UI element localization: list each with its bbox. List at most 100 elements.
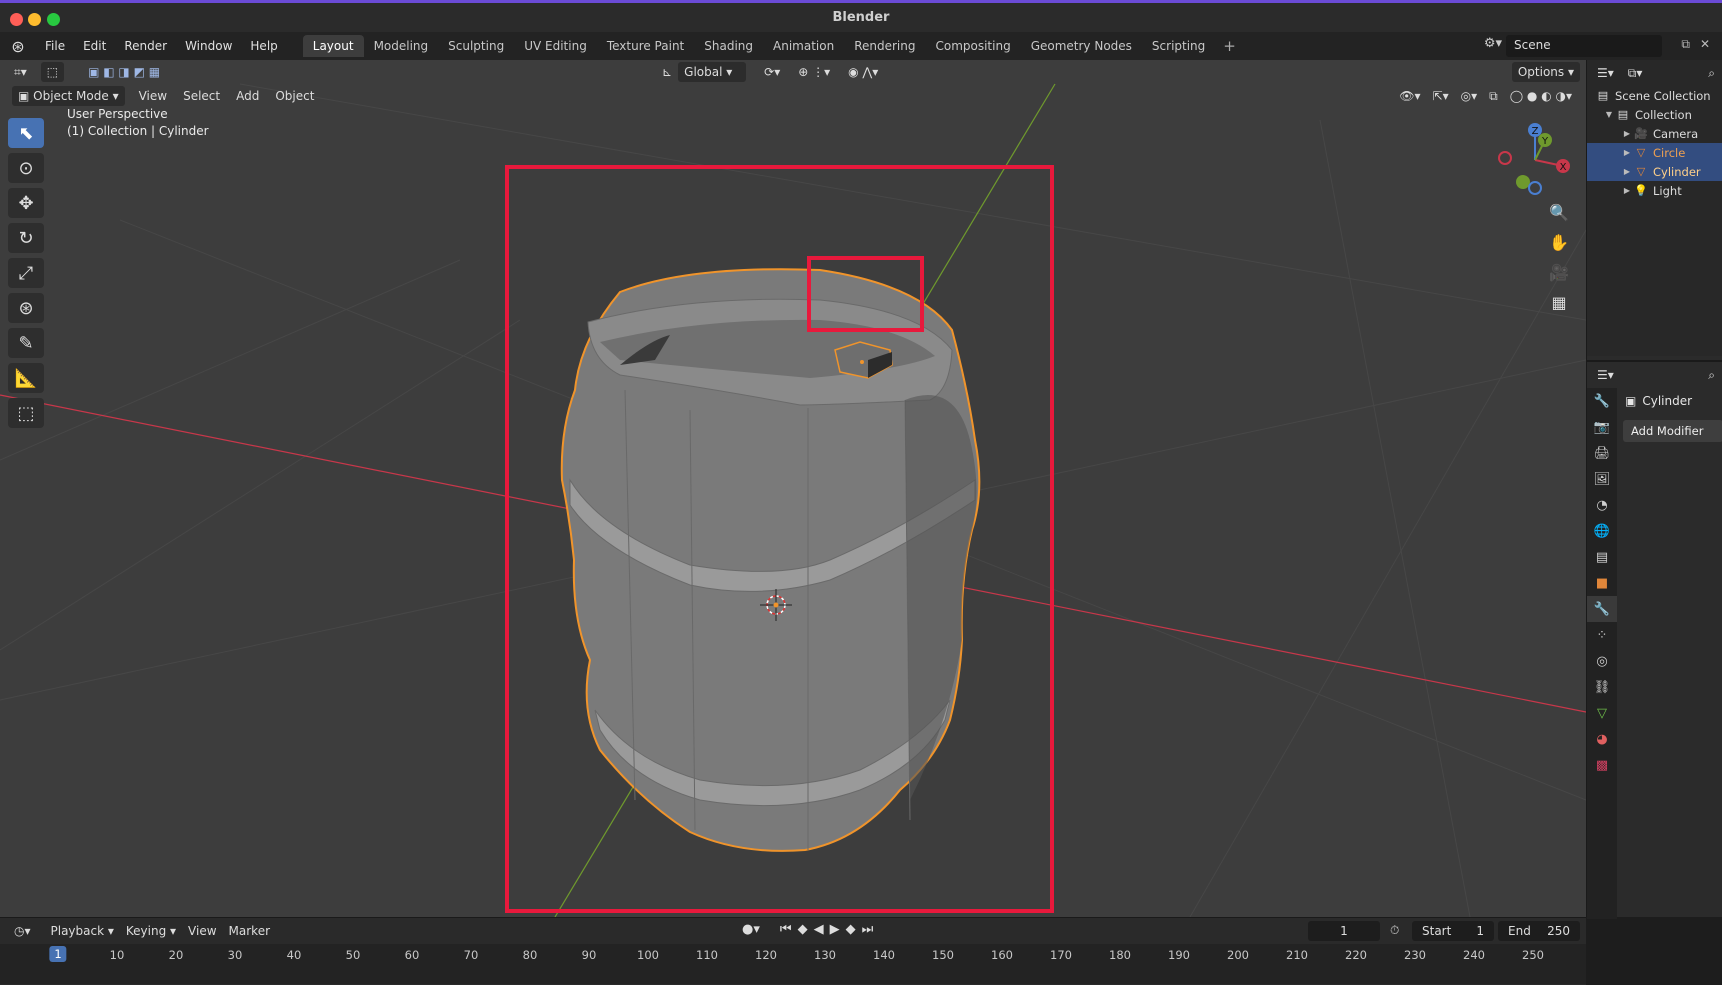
add-workspace-button[interactable]: + <box>1215 37 1244 55</box>
transform-orientation-select[interactable]: Global ▾ <box>678 62 747 82</box>
timeline-menu-playback[interactable]: Playback ▾ <box>45 921 120 941</box>
tab-animation[interactable]: Animation <box>763 35 844 57</box>
menu-help[interactable]: Help <box>241 39 286 53</box>
outliner-collection[interactable]: ▼ ▤ Collection <box>1587 105 1722 124</box>
play-icon[interactable]: ▶ <box>830 922 840 937</box>
snap-icon[interactable]: ⊕ ⋮▾ <box>792 62 836 82</box>
material-tab-icon[interactable]: ◕ <box>1587 726 1617 752</box>
scene-selector[interactable]: Scene <box>1506 35 1662 57</box>
timeline-menu-marker[interactable]: Marker <box>223 921 276 941</box>
properties-search-icon[interactable]: ⌕ <box>1708 368 1715 383</box>
tab-compositing[interactable]: Compositing <box>925 35 1020 57</box>
annotate-icon[interactable]: ✎ <box>8 328 44 358</box>
gizmo-toggle-icon[interactable]: ⇱▾ <box>1427 86 1455 106</box>
selection-mode-icons[interactable]: ▣ ◧ ◨ ◩ ▦ <box>82 62 166 82</box>
physics-tab-icon[interactable]: ◎ <box>1587 648 1617 674</box>
playhead-frame[interactable]: 1 <box>49 946 67 962</box>
pivot-point-icon[interactable]: ⟳▾ <box>758 62 786 82</box>
expand-arrow-icon[interactable]: ▶ <box>1621 148 1633 157</box>
tab-layout[interactable]: Layout <box>302 35 364 57</box>
data-tab-icon[interactable]: ▽ <box>1587 700 1617 726</box>
viewport-menu-object[interactable]: Object <box>269 86 320 106</box>
object-name-field[interactable]: ▣ Cylinder <box>1617 388 1722 414</box>
zoom-icon[interactable]: 🔍 <box>1546 200 1572 226</box>
outliner-item-cylinder[interactable]: ▶ ▽ Cylinder <box>1587 162 1722 181</box>
3d-viewport[interactable]: ⌗▾ ⬚ ▣ ◧ ◨ ◩ ▦ ⊾ Global ▾ ⟳▾ ⊕ ⋮▾ ◉ ⋀▾ O… <box>0 60 1586 917</box>
particles-tab-icon[interactable]: ⁘ <box>1587 622 1617 648</box>
next-keyframe-icon[interactable]: ◆ <box>846 922 856 937</box>
tab-rendering[interactable]: Rendering <box>844 35 925 57</box>
scene-browse-icon[interactable]: ⚙▾ <box>1484 36 1502 51</box>
proportional-edit-icon[interactable]: ◉ ⋀▾ <box>842 62 884 82</box>
select-tool-icon[interactable]: ⬚ <box>40 62 65 82</box>
rotate-icon[interactable]: ↻ <box>8 223 44 253</box>
transform-orientation-icon[interactable]: ⊾ <box>656 62 678 82</box>
outliner-search-icon[interactable]: ⌕ <box>1708 66 1715 81</box>
overlays-icon[interactable]: ◎▾ <box>1455 86 1484 106</box>
add-modifier-button[interactable]: Add Modifier <box>1623 420 1722 442</box>
viewport-menu-view[interactable]: View <box>133 86 173 106</box>
end-frame-field[interactable]: End 250 <box>1498 921 1580 941</box>
tab-uv-editing[interactable]: UV Editing <box>514 35 597 57</box>
output-tab-icon[interactable]: 🖨 <box>1587 440 1617 466</box>
properties-editor-icon[interactable]: ☰▾ <box>1597 368 1614 382</box>
scene-tab-icon[interactable]: ◔ <box>1587 492 1617 518</box>
xray-icon[interactable]: ⧉ <box>1483 86 1504 106</box>
measure-icon[interactable]: 📐 <box>8 363 44 393</box>
timeline-menu-keying[interactable]: Keying ▾ <box>120 921 182 941</box>
visibility-icon[interactable]: 👁▾ <box>1393 86 1426 106</box>
camera-view-icon[interactable]: 🎥 <box>1546 260 1572 286</box>
viewport-menu-add[interactable]: Add <box>230 86 265 106</box>
scale-icon[interactable]: ⤢ <box>8 258 44 288</box>
menu-window[interactable]: Window <box>176 39 241 53</box>
view-layer-tab-icon[interactable]: 🖼 <box>1587 466 1617 492</box>
texture-tab-icon[interactable]: ▩ <box>1587 752 1617 778</box>
jump-end-icon[interactable]: ⏭ <box>862 922 874 937</box>
outliner-item-circle[interactable]: ▶ ▽ Circle <box>1587 143 1722 162</box>
jump-start-icon[interactable]: ⏮ <box>780 922 792 937</box>
tool-tab-icon[interactable]: 🔧 <box>1587 388 1617 414</box>
outliner-display-mode-icon[interactable]: ☰▾ <box>1597 66 1614 80</box>
tab-sculpting[interactable]: Sculpting <box>438 35 514 57</box>
timeline-menu-view[interactable]: View <box>182 921 222 941</box>
tab-scripting[interactable]: Scripting <box>1142 35 1215 57</box>
record-icon[interactable]: ●▾ <box>742 922 760 937</box>
expand-arrow-icon[interactable]: ▶ <box>1621 167 1633 176</box>
tab-modeling[interactable]: Modeling <box>364 35 439 57</box>
outliner-scene-collection[interactable]: ▤ Scene Collection <box>1587 86 1722 105</box>
menu-file[interactable]: File <box>36 39 74 53</box>
new-scene-icon[interactable]: ⧉ <box>1681 37 1690 52</box>
constraints-tab-icon[interactable]: ⛓ <box>1587 674 1617 700</box>
prev-keyframe-icon[interactable]: ◆ <box>798 922 808 937</box>
viewport-menu-select[interactable]: Select <box>177 86 226 106</box>
shading-modes-icon[interactable]: ◯ ● ◐ ◑▾ <box>1504 86 1578 106</box>
object-mode-select[interactable]: ▣ Object Mode ▾ <box>12 86 125 106</box>
add-cube-icon[interactable]: ⬚ <box>8 398 44 428</box>
ortho-grid-icon[interactable]: ▦ <box>1546 290 1572 316</box>
outliner-item-camera[interactable]: ▶ 🎥 Camera <box>1587 124 1722 143</box>
timeline-ruler[interactable]: 1 10 20 30 40 50 60 70 80 90 100 110 120 130 140 150 16… <box>0 944 1586 984</box>
blender-logo-icon[interactable]: ⊛ <box>0 37 36 56</box>
cursor-icon[interactable]: ⊙ <box>8 153 44 183</box>
navigation-gizmo[interactable]: Z Y X <box>1495 120 1575 200</box>
world-tab-icon[interactable]: 🌐 <box>1587 518 1617 544</box>
start-frame-field[interactable]: Start 1 <box>1412 921 1494 941</box>
menu-edit[interactable]: Edit <box>74 39 115 53</box>
menu-render[interactable]: Render <box>115 39 176 53</box>
delete-scene-icon[interactable]: ✕ <box>1700 37 1710 51</box>
editor-type-icon[interactable]: ⌗▾ <box>8 62 33 82</box>
select-box-icon[interactable]: ⬉ <box>8 118 44 148</box>
outliner-item-light[interactable]: ▶ 💡 Light <box>1587 181 1722 200</box>
options-dropdown[interactable]: Options ▾ <box>1511 62 1580 82</box>
move-icon[interactable]: ✥ <box>8 188 44 218</box>
transform-icon[interactable]: ⊛ <box>8 293 44 323</box>
tab-geometry-nodes[interactable]: Geometry Nodes <box>1021 35 1142 57</box>
modifier-tab-icon[interactable]: 🔧 <box>1587 596 1617 622</box>
play-reverse-icon[interactable]: ◀ <box>814 922 824 937</box>
collection-tab-icon[interactable]: ▤ <box>1587 544 1617 570</box>
barrel-mesh[interactable] <box>560 268 981 852</box>
tab-texture-paint[interactable]: Texture Paint <box>597 35 694 57</box>
current-frame-field[interactable]: 1 <box>1308 921 1380 941</box>
render-tab-icon[interactable]: 📷 <box>1587 414 1617 440</box>
collapse-arrow-icon[interactable]: ▼ <box>1603 110 1615 119</box>
